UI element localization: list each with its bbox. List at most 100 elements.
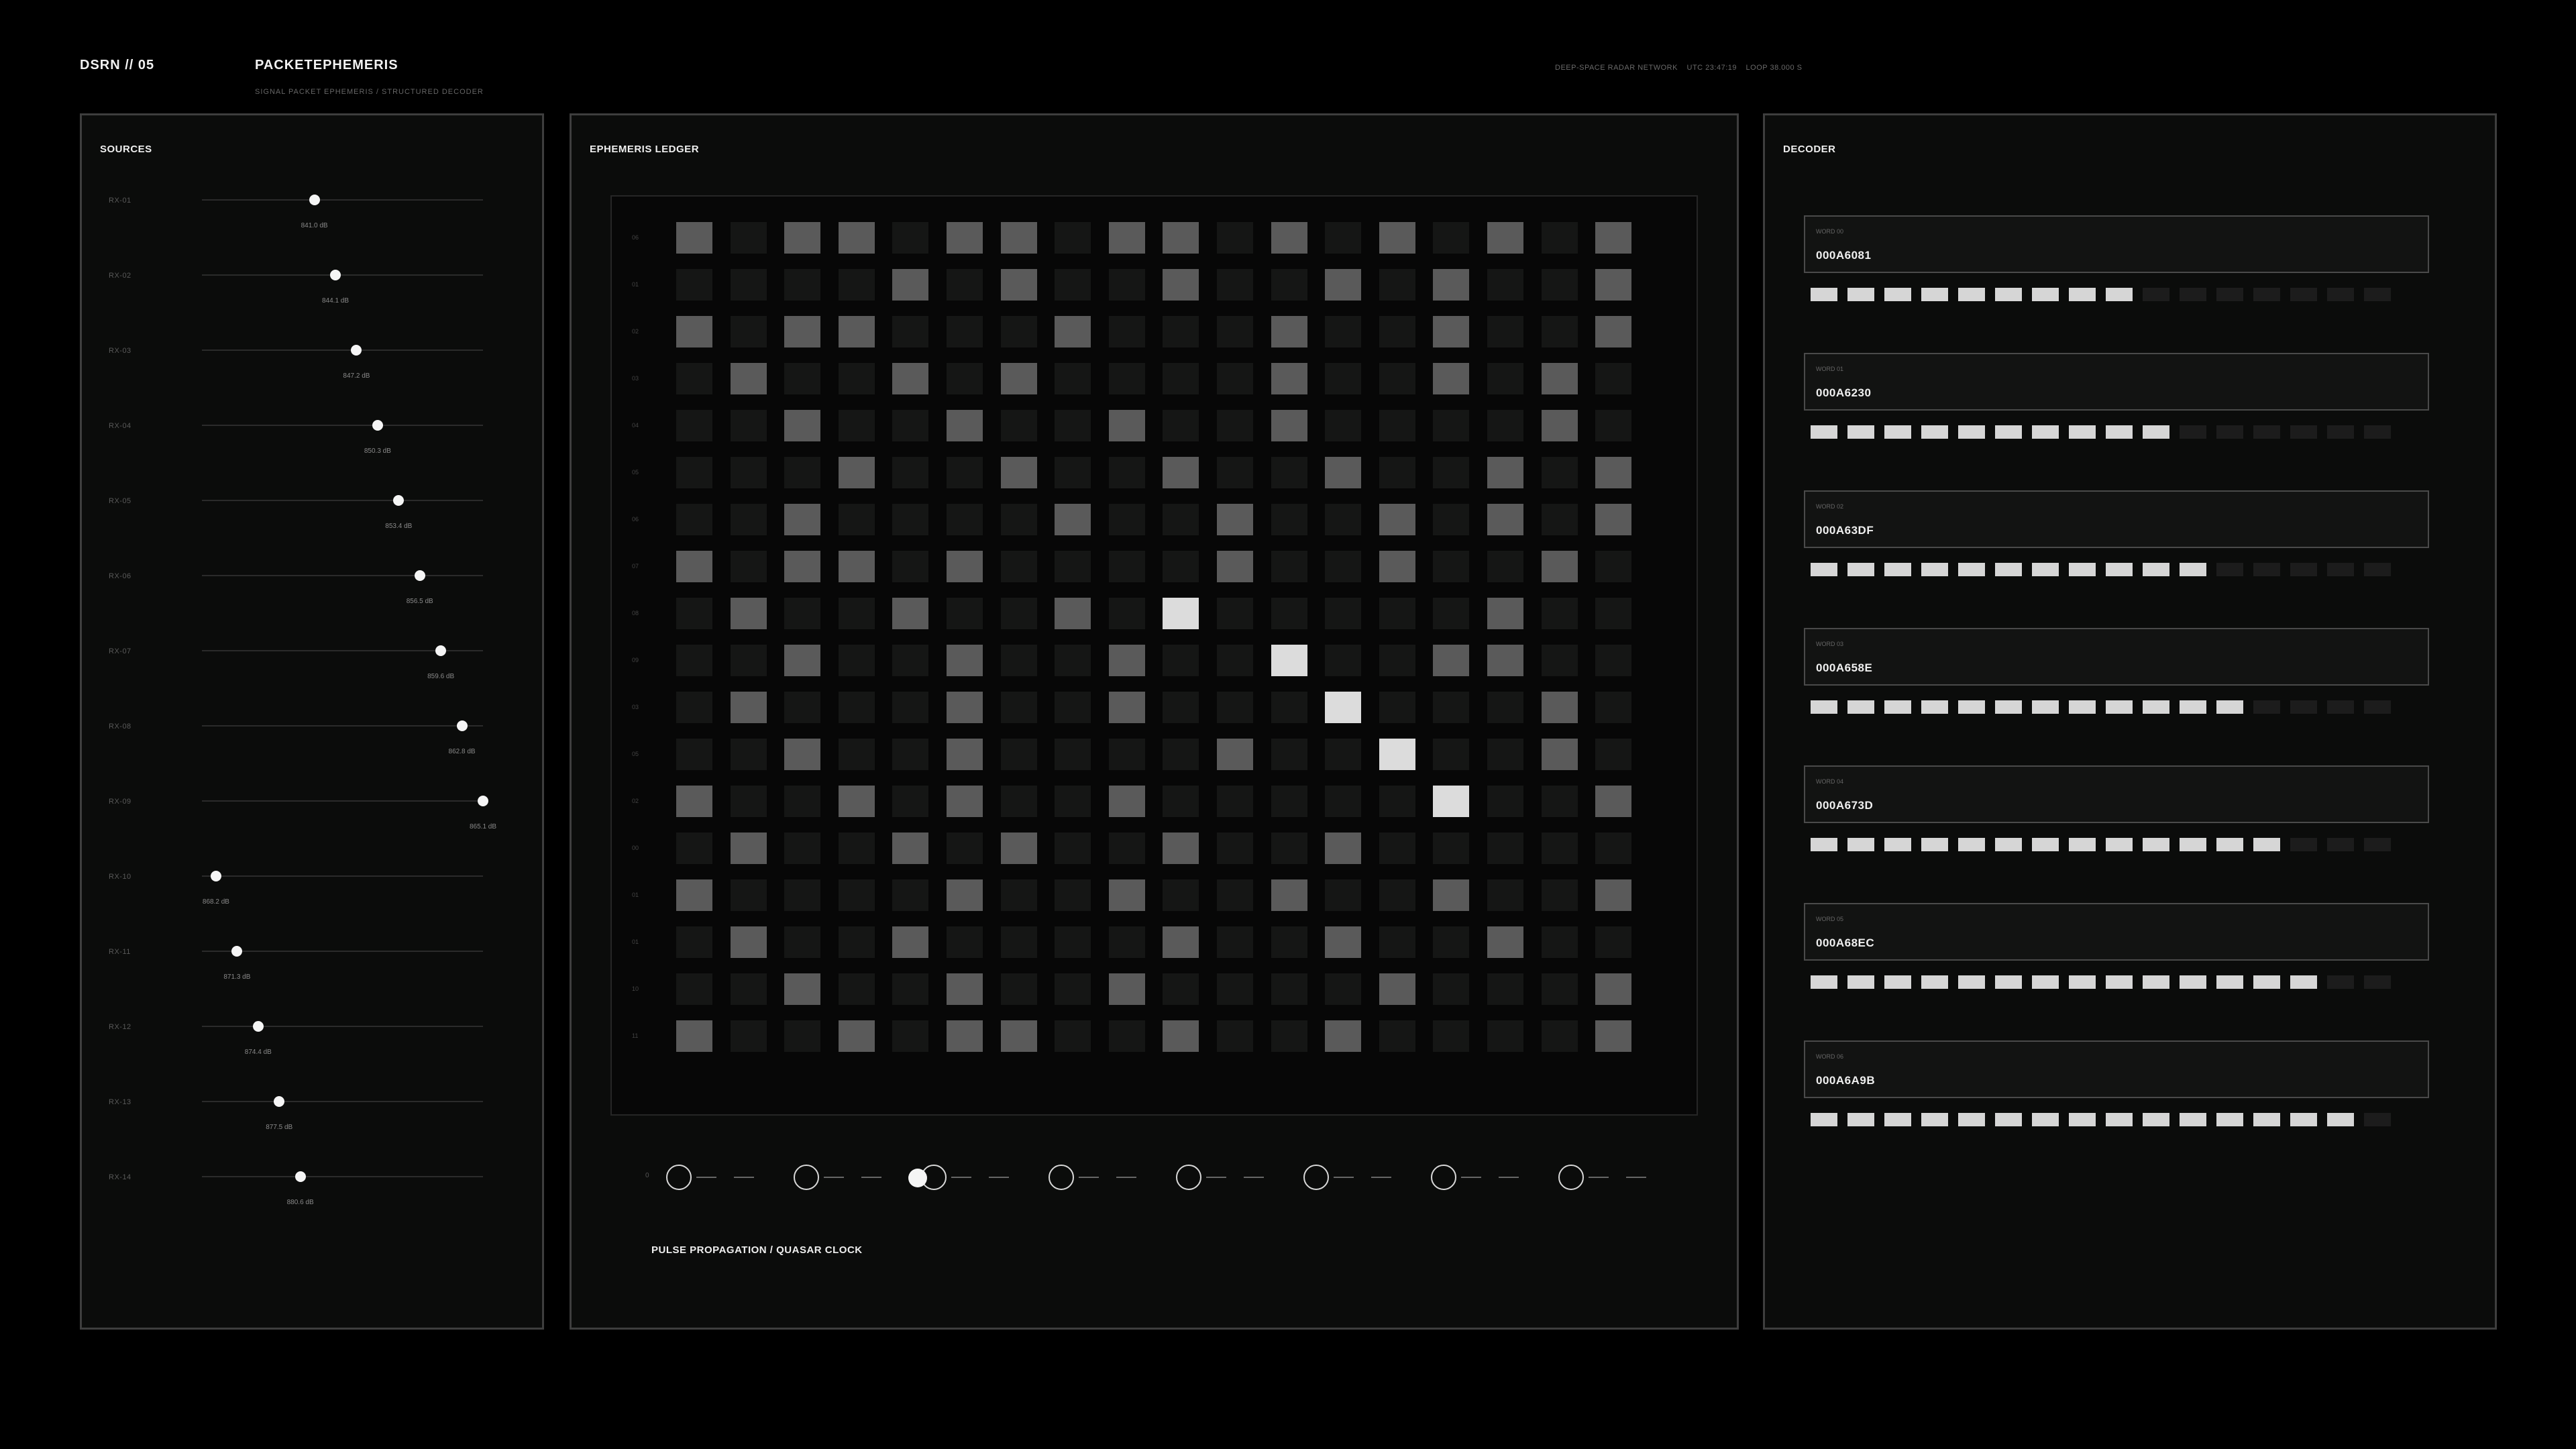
source-slider[interactable]: 871.3 dB bbox=[202, 946, 483, 981]
grid-cell[interactable] bbox=[1217, 316, 1253, 347]
grid-cell[interactable] bbox=[1595, 1020, 1632, 1052]
grid-cell[interactable] bbox=[1379, 551, 1415, 582]
timeline-node[interactable] bbox=[1049, 1165, 1074, 1190]
slider-knob[interactable] bbox=[456, 720, 468, 731]
grid-cell[interactable] bbox=[838, 692, 875, 723]
grid-cell[interactable] bbox=[838, 786, 875, 817]
grid-cell[interactable] bbox=[1055, 879, 1091, 911]
grid-cell[interactable] bbox=[1271, 692, 1307, 723]
grid-cell[interactable] bbox=[1108, 598, 1145, 629]
grid-cell[interactable] bbox=[1595, 269, 1632, 301]
grid-cell[interactable] bbox=[730, 551, 767, 582]
grid-cell[interactable] bbox=[1379, 316, 1415, 347]
grid-cell[interactable] bbox=[1108, 786, 1145, 817]
grid-cell[interactable] bbox=[892, 551, 929, 582]
grid-cell[interactable] bbox=[1487, 645, 1523, 676]
source-slider[interactable]: 868.2 dB bbox=[202, 871, 483, 906]
grid-cell[interactable] bbox=[1433, 973, 1470, 1005]
grid-cell[interactable] bbox=[947, 598, 983, 629]
grid-cell[interactable] bbox=[1163, 457, 1199, 488]
grid-cell[interactable] bbox=[1595, 786, 1632, 817]
grid-cell[interactable] bbox=[730, 645, 767, 676]
grid-cell[interactable] bbox=[1487, 316, 1523, 347]
slider-knob[interactable] bbox=[252, 1021, 264, 1032]
grid-cell[interactable] bbox=[1379, 692, 1415, 723]
grid-cell[interactable] bbox=[947, 786, 983, 817]
grid-cell[interactable] bbox=[1271, 410, 1307, 441]
grid-cell[interactable] bbox=[1595, 879, 1632, 911]
grid-cell[interactable] bbox=[1595, 457, 1632, 488]
grid-cell[interactable] bbox=[1595, 504, 1632, 535]
grid-cell[interactable] bbox=[1595, 222, 1632, 254]
grid-cell[interactable] bbox=[1325, 551, 1362, 582]
grid-cell[interactable] bbox=[1379, 1020, 1415, 1052]
grid-cell[interactable] bbox=[1108, 833, 1145, 864]
grid-cell[interactable] bbox=[1055, 926, 1091, 958]
grid-cell[interactable] bbox=[676, 363, 712, 394]
grid-cell[interactable] bbox=[676, 269, 712, 301]
grid-cell[interactable] bbox=[1325, 598, 1362, 629]
grid-cell[interactable] bbox=[1271, 739, 1307, 770]
grid-cell[interactable] bbox=[1000, 692, 1037, 723]
grid-cell[interactable] bbox=[1325, 833, 1362, 864]
grid-cell[interactable] bbox=[1108, 269, 1145, 301]
grid-cell[interactable] bbox=[1487, 222, 1523, 254]
grid-cell[interactable] bbox=[892, 504, 929, 535]
grid-cell[interactable] bbox=[1163, 269, 1199, 301]
word-box[interactable]: WORD 04 000A673D bbox=[1804, 765, 2429, 823]
grid-cell[interactable] bbox=[1541, 833, 1578, 864]
grid-cell[interactable] bbox=[1000, 316, 1037, 347]
grid-cell[interactable] bbox=[784, 692, 821, 723]
grid-cell[interactable] bbox=[1000, 598, 1037, 629]
grid-cell[interactable] bbox=[1163, 598, 1199, 629]
slider-knob[interactable] bbox=[351, 345, 362, 356]
grid-cell[interactable] bbox=[1108, 457, 1145, 488]
grid-cell[interactable] bbox=[838, 598, 875, 629]
grid-cell[interactable] bbox=[1487, 833, 1523, 864]
source-slider[interactable]: 865.1 dB bbox=[202, 796, 496, 830]
grid-cell[interactable] bbox=[1055, 973, 1091, 1005]
grid-cell[interactable] bbox=[676, 457, 712, 488]
grid-cell[interactable] bbox=[730, 504, 767, 535]
grid-cell[interactable] bbox=[838, 504, 875, 535]
grid-cell[interactable] bbox=[1217, 363, 1253, 394]
grid-cell[interactable] bbox=[1163, 551, 1199, 582]
timeline-node[interactable] bbox=[1303, 1165, 1329, 1190]
grid-cell[interactable] bbox=[947, 504, 983, 535]
grid-cell[interactable] bbox=[1271, 1020, 1307, 1052]
grid-cell[interactable] bbox=[1595, 551, 1632, 582]
slider-knob[interactable] bbox=[330, 270, 341, 280]
grid-cell[interactable] bbox=[1217, 739, 1253, 770]
grid-cell[interactable] bbox=[892, 926, 929, 958]
grid-cell[interactable] bbox=[1433, 692, 1470, 723]
grid-cell[interactable] bbox=[1379, 739, 1415, 770]
grid-cell[interactable] bbox=[1217, 833, 1253, 864]
grid-cell[interactable] bbox=[838, 1020, 875, 1052]
grid-cell[interactable] bbox=[1271, 269, 1307, 301]
grid-cell[interactable] bbox=[947, 222, 983, 254]
grid-cell[interactable] bbox=[1108, 926, 1145, 958]
grid-cell[interactable] bbox=[1108, 410, 1145, 441]
grid-cell[interactable] bbox=[784, 879, 821, 911]
grid-cell[interactable] bbox=[892, 833, 929, 864]
grid-cell[interactable] bbox=[1595, 833, 1632, 864]
grid-cell[interactable] bbox=[784, 973, 821, 1005]
grid-cell[interactable] bbox=[1433, 739, 1470, 770]
grid-cell[interactable] bbox=[1271, 598, 1307, 629]
grid-cell[interactable] bbox=[1433, 457, 1470, 488]
word-box[interactable]: WORD 06 000A6A9B bbox=[1804, 1040, 2429, 1098]
slider-knob[interactable] bbox=[478, 796, 488, 806]
grid-cell[interactable] bbox=[1379, 222, 1415, 254]
grid-cell[interactable] bbox=[1000, 551, 1037, 582]
grid-cell[interactable] bbox=[1487, 926, 1523, 958]
grid-cell[interactable] bbox=[1163, 316, 1199, 347]
grid-cell[interactable] bbox=[1055, 222, 1091, 254]
grid-cell[interactable] bbox=[1000, 879, 1037, 911]
grid-cell[interactable] bbox=[1379, 269, 1415, 301]
grid-cell[interactable] bbox=[1379, 879, 1415, 911]
grid-cell[interactable] bbox=[1487, 973, 1523, 1005]
grid-cell[interactable] bbox=[1487, 457, 1523, 488]
grid-cell[interactable] bbox=[1433, 410, 1470, 441]
slider-knob[interactable] bbox=[294, 1171, 306, 1182]
grid-cell[interactable] bbox=[730, 363, 767, 394]
